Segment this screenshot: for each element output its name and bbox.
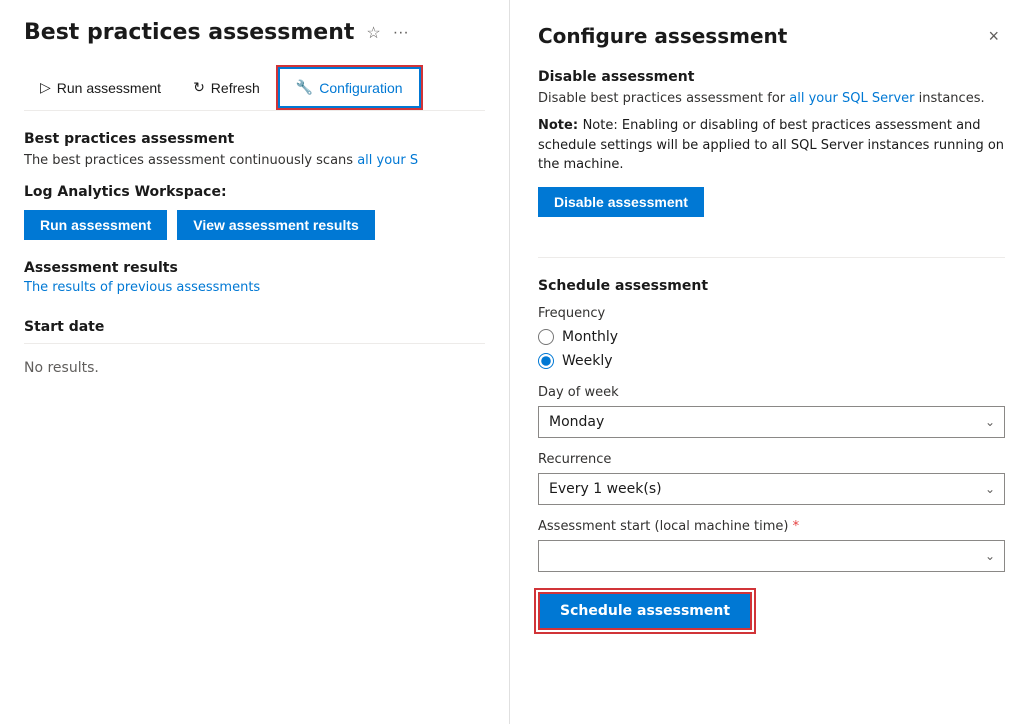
assessment-results-title: Assessment results xyxy=(24,260,485,276)
recurrence-field: Recurrence Every 1 week(s) Every 2 week(… xyxy=(538,452,1005,505)
page-title-icons: ☆ ··· xyxy=(364,21,410,45)
best-practices-desc: The best practices assessment continuous… xyxy=(24,153,485,168)
page-title: Best practices assessment xyxy=(24,20,354,45)
disable-assessment-button[interactable]: Disable assessment xyxy=(538,187,704,217)
radio-monthly[interactable]: Monthly xyxy=(538,329,1005,345)
run-assessment-button[interactable]: ▷ Run assessment xyxy=(24,69,177,106)
action-buttons: Run assessment View assessment results xyxy=(24,210,485,240)
assessment-start-field: Assessment start (local machine time) * … xyxy=(538,519,1005,572)
recurrence-select[interactable]: Every 1 week(s) Every 2 week(s) Every 3 … xyxy=(538,473,1005,505)
more-options-icon[interactable]: ··· xyxy=(391,22,411,44)
page-title-area: Best practices assessment ☆ ··· xyxy=(24,20,485,45)
note-text: Note: Note: Enabling or disabling of bes… xyxy=(538,116,1005,175)
assessment-start-select-wrapper: ⌄ xyxy=(538,540,1005,572)
recurrence-select-wrapper: Every 1 week(s) Every 2 week(s) Every 3 … xyxy=(538,473,1005,505)
day-of-week-select-wrapper: Monday Tuesday Wednesday Thursday Friday… xyxy=(538,406,1005,438)
config-btn-wrapper: 🔧 Configuration xyxy=(276,65,423,110)
assessment-results-desc: The results of previous assessments xyxy=(24,280,485,295)
day-of-week-label: Day of week xyxy=(538,385,1005,400)
view-results-button[interactable]: View assessment results xyxy=(177,210,375,240)
assessment-results-section: Assessment results The results of previo… xyxy=(24,260,485,384)
schedule-title: Schedule assessment xyxy=(538,278,1005,294)
schedule-btn-wrapper: Schedule assessment xyxy=(538,592,1005,630)
table-row-no-results: No results. xyxy=(24,352,485,384)
panel-title: Configure assessment xyxy=(538,24,787,48)
refresh-button[interactable]: ↻ Refresh xyxy=(177,69,276,106)
best-practices-section: Best practices assessment The best pract… xyxy=(24,131,485,200)
assessment-start-label: Assessment start (local machine time) * xyxy=(538,519,1005,534)
workspace-label: Log Analytics Workspace: xyxy=(24,184,485,200)
disable-desc: Disable best practices assessment for al… xyxy=(538,91,1005,106)
disable-title: Disable assessment xyxy=(538,69,1005,85)
best-practices-title: Best practices assessment xyxy=(24,131,485,147)
schedule-section: Schedule assessment Frequency Monthly We… xyxy=(538,257,1005,630)
schedule-assessment-button[interactable]: Schedule assessment xyxy=(538,592,752,630)
radio-weekly-input[interactable] xyxy=(538,353,554,369)
disable-section: Disable assessment Disable best practice… xyxy=(538,69,1005,237)
frequency-label: Frequency xyxy=(538,306,1005,321)
panel-header: Configure assessment × xyxy=(538,24,1005,49)
radio-weekly[interactable]: Weekly xyxy=(538,353,1005,369)
toolbar: ▷ Run assessment ↻ Refresh 🔧 Configurati… xyxy=(24,65,485,111)
radio-monthly-label: Monthly xyxy=(562,329,618,345)
day-of-week-field: Day of week Monday Tuesday Wednesday Thu… xyxy=(538,385,1005,438)
day-of-week-select[interactable]: Monday Tuesday Wednesday Thursday Friday… xyxy=(538,406,1005,438)
close-button[interactable]: × xyxy=(982,24,1005,49)
table-header-start-date: Start date xyxy=(24,311,485,344)
refresh-icon: ↻ xyxy=(193,79,205,96)
frequency-radio-group: Monthly Weekly xyxy=(538,329,1005,369)
radio-monthly-input[interactable] xyxy=(538,329,554,345)
favorite-icon[interactable]: ☆ xyxy=(364,21,382,45)
left-panel: Best practices assessment ☆ ··· ▷ Run as… xyxy=(0,0,510,724)
radio-weekly-label: Weekly xyxy=(562,353,613,369)
assessment-start-select[interactable] xyxy=(538,540,1005,572)
config-icon: 🔧 xyxy=(296,79,313,96)
run-icon: ▷ xyxy=(40,79,51,96)
recurrence-label: Recurrence xyxy=(538,452,1005,467)
right-panel: Configure assessment × Disable assessmen… xyxy=(510,0,1033,724)
run-assessment-main-button[interactable]: Run assessment xyxy=(24,210,167,240)
configuration-button[interactable]: 🔧 Configuration xyxy=(278,67,421,108)
